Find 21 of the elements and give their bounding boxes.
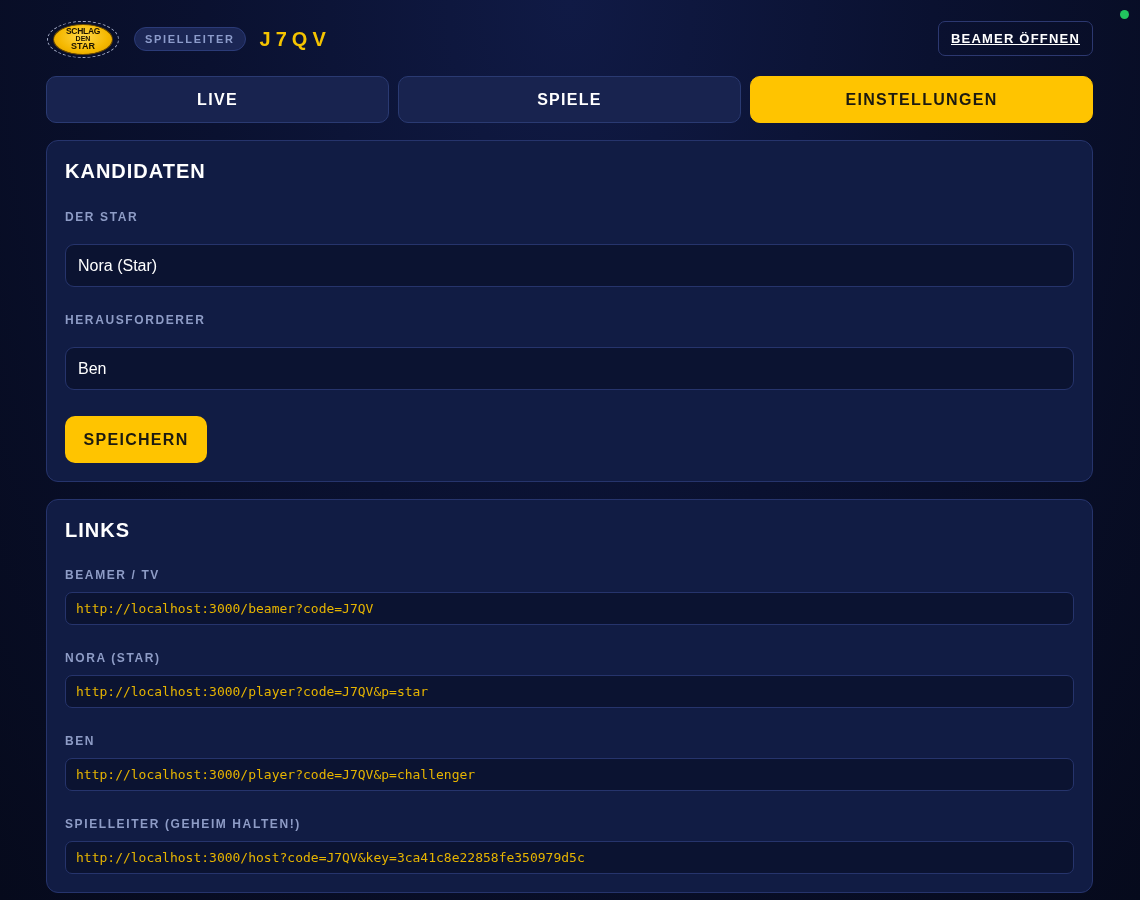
section-title: LINKS: [65, 518, 131, 542]
name-input-field[interactable]: Nora (Star): [65, 244, 1074, 287]
open-beamer-button[interactable]: BEAMER ÖFFNEN: [938, 20, 1093, 56]
field-label: HERAUSFORDERER: [65, 313, 207, 327]
link-field[interactable]: http://localhost:3000/beamer?code=J7QV: [65, 592, 1074, 625]
tab[interactable]: SPIELE: [398, 76, 741, 123]
section-title: KANDIDATEN: [65, 159, 207, 183]
name-input-field[interactable]: Ben: [65, 347, 1074, 390]
link-field[interactable]: http://localhost:3000/player?code=J7QV&p=star: [65, 675, 1074, 708]
save-button[interactable]: SPEICHERN: [65, 416, 207, 463]
tab[interactable]: EINSTELLUNGEN: [750, 76, 1093, 123]
role-badge: SPIELLEITER: [134, 27, 246, 51]
field-label: BEAMER / TV: [65, 568, 161, 582]
field-label: NORA (STAR): [65, 651, 162, 665]
field-label: BEN: [65, 734, 97, 748]
field-label: SPIELLEITER (GEHEIM HALTEN!): [65, 817, 302, 831]
link-field[interactable]: http://localhost:3000/host?code=J7QV&key=3ca41c8e22858fe350979d5c: [65, 841, 1074, 874]
field-label: DER STAR: [65, 210, 140, 224]
tab[interactable]: LIVE: [46, 76, 389, 123]
link-field[interactable]: http://localhost:3000/player?code=J7QV&p=challenger: [65, 758, 1074, 791]
room-code: J7QV: [259, 27, 331, 51]
